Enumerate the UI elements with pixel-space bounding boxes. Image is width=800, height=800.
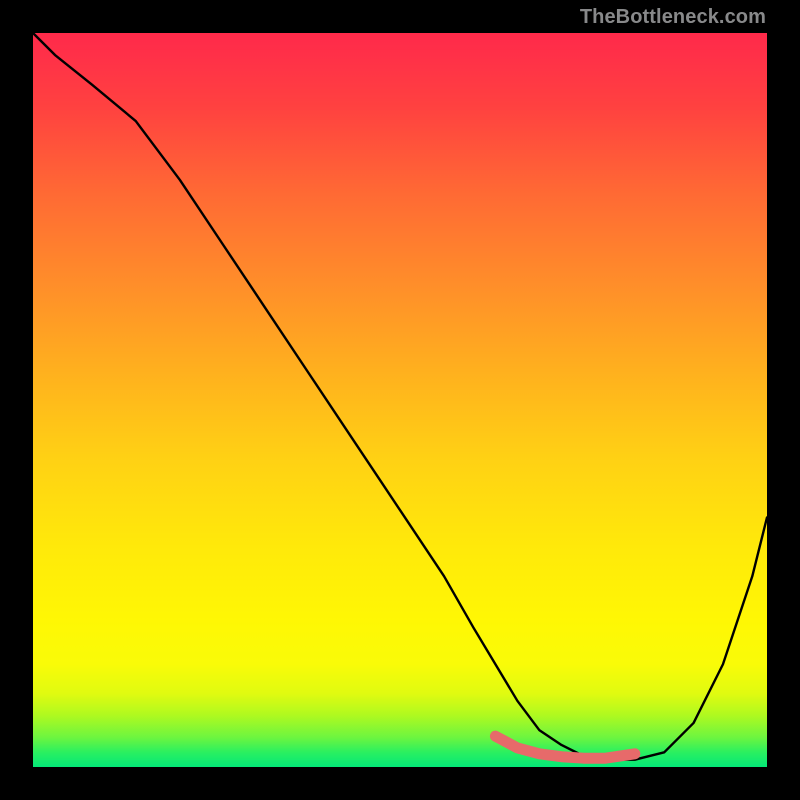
bottleneck-curve bbox=[33, 33, 767, 760]
chart-plot-area bbox=[33, 33, 767, 767]
watermark-text: TheBottleneck.com bbox=[580, 6, 766, 29]
chart-svg bbox=[33, 33, 767, 767]
